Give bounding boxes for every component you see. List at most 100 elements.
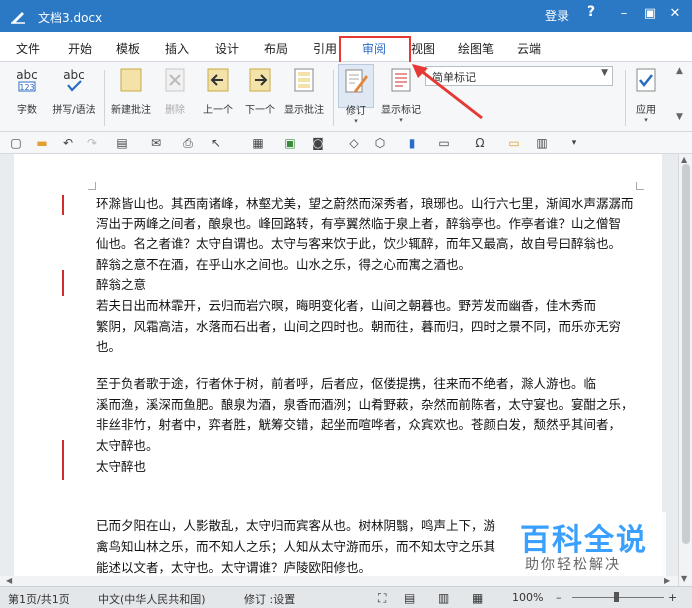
track-changes-icon (345, 69, 368, 93)
doc-line: 环滁皆山也。其西南诸峰，林壑尤美，望之蔚然而深秀者，琅琊也。山行六七里，渐闻水声… (96, 196, 634, 211)
tab-references[interactable]: 引用 (313, 40, 337, 57)
undo-icon[interactable]: ↶ (60, 135, 76, 151)
scroll-thumb[interactable] (682, 164, 690, 544)
doc-line: 非丝非竹，射者中，弈者胜，觥筹交错，起坐而喧哗者，众宾欢也。苍颜白发，颓然乎其间… (96, 417, 622, 432)
symbol-omega-icon[interactable]: Ω (472, 135, 488, 151)
new-comment-button[interactable]: 新建批注 (108, 66, 154, 116)
ribbon-separator (104, 70, 105, 126)
horizontal-scrollbar[interactable]: ◀ ▶ (0, 576, 678, 586)
new-comment-label: 新建批注 (111, 105, 151, 116)
next-comment-button[interactable]: 下一个 (240, 66, 280, 116)
zoom-slider-handle[interactable] (614, 592, 619, 602)
spell-check-button[interactable]: abc 拼写/语法 (50, 66, 98, 116)
outline-icon[interactable]: ▦ (472, 591, 483, 605)
zoom-in-icon[interactable]: + (668, 591, 677, 604)
doc-line: 若夫日出而林霏开，云归而岩穴暝，晦明变化者，山间之朝暮也。野芳发而幽香，佳木秀而 (96, 298, 597, 313)
comment-icon[interactable]: ▭ (506, 135, 522, 151)
zoom-out-icon[interactable]: – (556, 591, 562, 604)
chinese-layout-icon[interactable]: ▥ (534, 135, 550, 151)
apply-dropdown-caret[interactable]: ▾ (630, 116, 662, 124)
apply-button[interactable]: 应用 ▾ (630, 66, 662, 124)
cursor-select-icon[interactable]: ↖ (208, 135, 224, 151)
track-status[interactable]: 修订 :设置 (244, 591, 295, 607)
help-button[interactable]: ? (587, 4, 595, 20)
scroll-down-icon[interactable]: ▼ (681, 574, 687, 583)
word-count-button[interactable]: abc 123 字数 (10, 66, 44, 116)
previous-comment-button[interactable]: 上一个 (198, 66, 238, 116)
ribbon-separator (333, 70, 334, 126)
restore-button[interactable]: ▣ (640, 4, 660, 24)
new-comment-icon (120, 68, 142, 92)
tab-layout[interactable]: 布局 (264, 40, 288, 57)
login-link[interactable]: 登录 (545, 7, 569, 24)
doc-line: 泻出于两峰之间者，酿泉也。峰回路转，有亭翼然临于泉上者，醉翁亭也。作亭者谁？山之… (96, 216, 622, 231)
word-count-icon: abc 123 (16, 68, 38, 92)
smartart-icon[interactable]: ⬡ (372, 135, 388, 151)
delete-comment-icon (165, 68, 185, 92)
textbox-icon[interactable]: ▭ (436, 135, 452, 151)
toolbar-more-icon[interactable]: ▾ (566, 135, 582, 151)
language-indicator[interactable]: 中文(中华人民共和国) (98, 591, 206, 607)
ribbon-collapse-down-icon[interactable]: ▼ (676, 112, 683, 122)
track-changes-button[interactable]: 修订 ▾ (338, 64, 374, 125)
next-comment-label: 下一个 (245, 105, 275, 116)
ribbon-collapse-up-icon[interactable]: ▲ (676, 66, 683, 76)
next-arrow-icon (249, 68, 271, 92)
tab-file[interactable]: 文件 (16, 40, 40, 57)
watermark-logo-text: 百科全说 (520, 523, 648, 558)
tab-drawing-pen[interactable]: 绘图笔 (458, 40, 494, 57)
revision-mark (62, 440, 64, 480)
track-changes-label: 修订 (346, 106, 366, 117)
screenshot-icon[interactable]: ◙ (310, 135, 326, 151)
focus-mode-icon[interactable]: ⛶ (378, 591, 386, 606)
ribbon-separator (625, 70, 626, 126)
page-indicator[interactable]: 第1页/共1页 (8, 591, 70, 607)
tab-insert[interactable]: 插入 (165, 40, 189, 57)
vertical-scrollbar[interactable]: ▲ ▼ (678, 154, 692, 586)
show-comments-button[interactable]: 显示批注 (281, 66, 327, 116)
print-layout-icon[interactable]: ▤ (404, 591, 415, 605)
scroll-right-icon[interactable]: ▶ (664, 576, 670, 585)
zoom-level[interactable]: 100% (512, 591, 543, 604)
doc-line: 醉翁之意不在酒，在乎山水之间也。山水之乐，得之心而寓之酒也。 (96, 257, 472, 272)
delete-comment-label: 删除 (165, 105, 185, 116)
doc-line: 溪而渔，溪深而鱼肥。酿泉为酒，泉香而酒洌；山肴野蔌，杂然而前陈者，太守宴也。宴酣… (96, 397, 634, 412)
web-layout-icon[interactable]: ▥ (438, 591, 449, 605)
document-title: 文档3.docx (38, 11, 103, 25)
new-document-icon[interactable]: ▢ (8, 135, 24, 151)
word-count-label: 字数 (17, 105, 37, 116)
tab-design[interactable]: 设计 (215, 40, 239, 57)
minimize-button[interactable]: – (614, 4, 634, 24)
track-dropdown-caret[interactable]: ▾ (339, 117, 373, 125)
redo-icon[interactable]: ↷ (84, 135, 100, 151)
app-pen-icon (11, 12, 25, 24)
doc-line: 繁阴，风霜高洁，水落而石出者，山间之四时也。朝而往，暮而归，四时之景不同，而乐亦… (96, 319, 622, 334)
picture-icon[interactable]: ▣ (282, 135, 298, 151)
mail-icon[interactable]: ✉ (148, 135, 164, 151)
delete-comment-button[interactable]: 删除 (158, 66, 192, 116)
close-button[interactable]: ✕ (665, 4, 685, 24)
shapes-icon[interactable]: ◇ (346, 135, 362, 151)
scroll-up-icon[interactable]: ▲ (681, 155, 687, 164)
doc-line: 仙也。名之者谁？太守自谓也。太守与客来饮于此，饮少辄醉，而年又最高，故自号曰醉翁… (96, 236, 622, 251)
open-folder-icon[interactable]: ▬ (34, 135, 50, 151)
margin-corner-mark (88, 182, 96, 190)
apply-label: 应用 (636, 105, 656, 116)
tab-view[interactable]: 视图 (411, 40, 435, 57)
tab-template[interactable]: 模板 (116, 40, 140, 57)
spell-check-label: 拼写/语法 (52, 105, 96, 116)
quick-toolbar: ▢ ▬ ↶ ↷ ▤ ✉ ⎙ ↖ ▦ ▣ ◙ ◇ ⬡ ▮ ▭ Ω ▭ ▥ ▾ (0, 132, 692, 154)
revision-mark (62, 195, 64, 215)
previous-arrow-icon (207, 68, 229, 92)
print-icon[interactable]: ⎙ (180, 135, 196, 151)
svg-text:abc: abc (16, 68, 38, 82)
doc-line: 太守醉也 (96, 459, 147, 474)
chart-icon[interactable]: ▮ (404, 135, 420, 151)
save-icon[interactable]: ▤ (114, 135, 130, 151)
chevron-down-icon: ▼ (601, 68, 608, 78)
tab-home[interactable]: 开始 (68, 40, 92, 57)
doc-line: 至于负者歌于途，行者休于树，前者呼，后者应，伛偻提携，往来而不绝者，滁人游也。临 (96, 376, 597, 391)
table-icon[interactable]: ▦ (250, 135, 266, 151)
scroll-left-icon[interactable]: ◀ (6, 576, 12, 585)
tab-cloud[interactable]: 云端 (517, 40, 541, 57)
